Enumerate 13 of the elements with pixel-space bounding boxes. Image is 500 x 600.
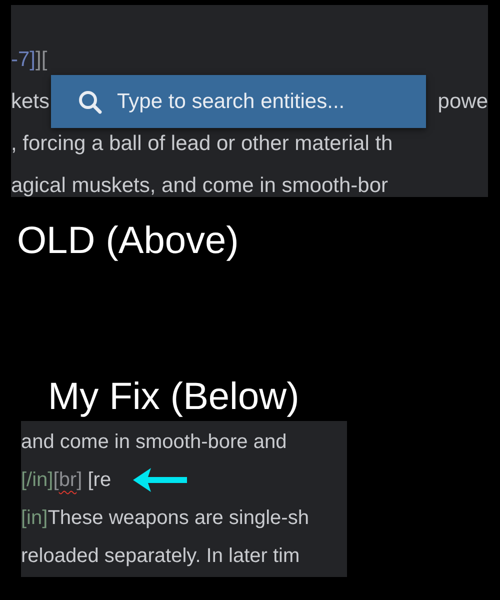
text-line: -7]][ xyxy=(11,47,48,73)
text-line: reloaded separately. In later tim xyxy=(21,544,300,569)
text-line: [in]These weapons are single-sh xyxy=(21,506,309,531)
search-field[interactable]: Type to search entities... xyxy=(51,75,426,128)
caption: OLD (Above) xyxy=(17,219,239,263)
arrow-icon xyxy=(133,467,188,493)
text-line: kets xyxy=(11,89,50,115)
text-line: and come in smooth-bore and xyxy=(21,430,287,455)
caption: My Fix (Below) xyxy=(48,375,300,419)
text-line: agical muskets, and come in smooth-bor xyxy=(11,173,388,197)
text-line: [/in][br] [re xyxy=(21,468,112,493)
text-line: , forcing a ball of lead or other material th xyxy=(11,131,393,157)
text-line: powe xyxy=(438,89,488,115)
